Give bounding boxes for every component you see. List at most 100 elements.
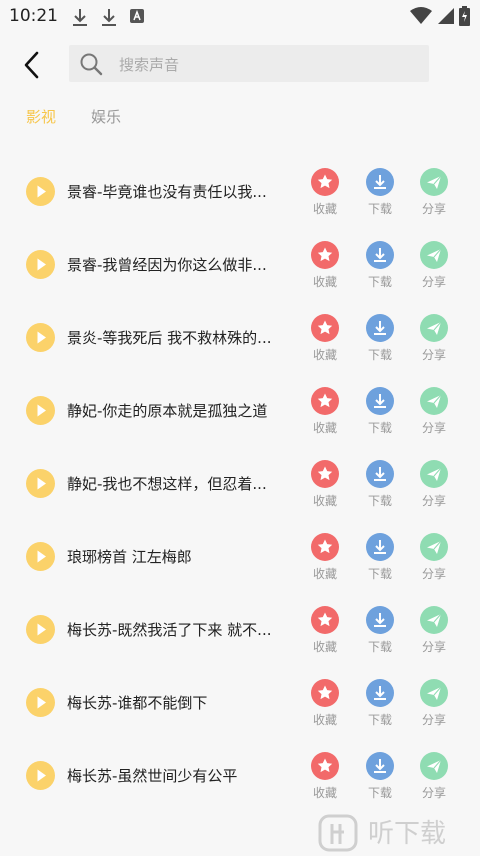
share-button[interactable]: 分享 — [414, 168, 454, 216]
download-circle — [366, 533, 394, 561]
send-icon — [427, 686, 442, 700]
send-icon — [427, 540, 442, 554]
share-circle — [420, 679, 448, 707]
play-button[interactable] — [26, 542, 55, 571]
download-icon — [374, 467, 386, 481]
tab-entertainment[interactable]: 娱乐 — [91, 106, 121, 127]
download-button[interactable]: 下载 — [360, 460, 400, 508]
item-title: 景炎-等我死后 我不救林殊的... — [67, 329, 272, 347]
share-circle — [420, 752, 448, 780]
play-button[interactable] — [26, 615, 55, 644]
sound-list: 景睿-毕竟谁也没有责任以我... 收藏 下载 分享 景睿-我曾经因为你这么做非.… — [0, 156, 480, 813]
share-button[interactable]: 分享 — [414, 533, 454, 581]
download-button[interactable]: 下载 — [360, 752, 400, 800]
share-button[interactable]: 分享 — [414, 387, 454, 435]
favorite-label: 收藏 — [312, 202, 337, 216]
play-icon — [37, 623, 46, 636]
play-button[interactable] — [26, 396, 55, 425]
search-input[interactable] — [117, 45, 421, 84]
play-icon — [37, 769, 46, 782]
favorite-button[interactable]: 收藏 — [305, 314, 345, 362]
download-button[interactable]: 下载 — [360, 168, 400, 216]
send-icon — [427, 613, 442, 627]
tab-movies[interactable]: 影视 — [26, 106, 56, 127]
list-item[interactable]: 梅长苏-虽然世间少有公平 收藏 下载 分享 — [0, 740, 480, 813]
download-button[interactable]: 下载 — [360, 387, 400, 435]
play-icon — [37, 331, 46, 344]
play-icon — [37, 185, 46, 198]
share-circle — [420, 387, 448, 415]
share-button[interactable]: 分享 — [414, 752, 454, 800]
list-item[interactable]: 景炎-等我死后 我不救林殊的... 收藏 下载 分享 — [0, 302, 480, 375]
share-button[interactable]: 分享 — [414, 606, 454, 654]
download-label: 下载 — [367, 567, 392, 581]
favorite-button[interactable]: 收藏 — [305, 533, 345, 581]
item-title: 景睿-毕竟谁也没有责任以我... — [67, 183, 267, 201]
share-button[interactable]: 分享 — [414, 460, 454, 508]
favorite-circle — [311, 752, 339, 780]
download-icon — [374, 175, 386, 189]
play-button[interactable] — [26, 761, 55, 790]
share-button[interactable]: 分享 — [414, 314, 454, 362]
favorite-button[interactable]: 收藏 — [305, 241, 345, 289]
list-item[interactable]: 静妃-我也不想这样，但忍着... 收藏 下载 分享 — [0, 448, 480, 521]
share-label: 分享 — [421, 275, 446, 289]
play-icon — [37, 404, 46, 417]
favorite-button[interactable]: 收藏 — [305, 606, 345, 654]
send-icon — [427, 467, 442, 481]
play-button[interactable] — [26, 469, 55, 498]
download-circle — [366, 679, 394, 707]
favorite-label: 收藏 — [312, 713, 337, 727]
favorite-button[interactable]: 收藏 — [305, 168, 345, 216]
share-label: 分享 — [421, 786, 446, 800]
send-icon — [427, 321, 442, 335]
share-label: 分享 — [421, 640, 446, 654]
wifi-icon — [410, 7, 432, 29]
download-button[interactable]: 下载 — [360, 314, 400, 362]
share-label: 分享 — [421, 421, 446, 435]
share-circle — [420, 606, 448, 634]
download-icon — [374, 540, 386, 554]
list-item[interactable]: 琅琊榜首 江左梅郎 收藏 下载 分享 — [0, 521, 480, 594]
list-item[interactable]: 梅长苏-既然我活了下来 就不... 收藏 下载 分享 — [0, 594, 480, 667]
list-item[interactable]: 梅长苏-谁都不能倒下 收藏 下载 分享 — [0, 667, 480, 740]
share-label: 分享 — [421, 202, 446, 216]
search-box[interactable] — [69, 45, 429, 84]
star-icon — [317, 247, 333, 262]
favorite-button[interactable]: 收藏 — [305, 679, 345, 727]
play-button[interactable] — [26, 177, 55, 206]
share-circle — [420, 314, 448, 342]
favorite-label: 收藏 — [312, 421, 337, 435]
download-circle — [366, 606, 394, 634]
list-item[interactable]: 静妃-你走的原本就是孤独之道 收藏 下载 分享 — [0, 375, 480, 448]
item-title: 梅长苏-既然我活了下来 就不... — [67, 621, 272, 639]
send-icon — [427, 759, 442, 773]
share-label: 分享 — [421, 494, 446, 508]
share-circle — [420, 241, 448, 269]
status-bar: 10:21 — [0, 0, 480, 34]
download-button[interactable]: 下载 — [360, 679, 400, 727]
list-item[interactable]: 景睿-我曾经因为你这么做非... 收藏 下载 分享 — [0, 229, 480, 302]
favorite-circle — [311, 533, 339, 561]
play-button[interactable] — [26, 250, 55, 279]
download-circle — [366, 241, 394, 269]
download-button[interactable]: 下载 — [360, 606, 400, 654]
favorite-button[interactable]: 收藏 — [305, 460, 345, 508]
share-button[interactable]: 分享 — [414, 679, 454, 727]
download-label: 下载 — [367, 348, 392, 362]
favorite-button[interactable]: 收藏 — [305, 752, 345, 800]
download-button[interactable]: 下载 — [360, 241, 400, 289]
item-title: 梅长苏-虽然世间少有公平 — [67, 767, 238, 785]
chevron-left-icon — [24, 51, 39, 79]
back-button[interactable] — [18, 48, 48, 82]
favorite-button[interactable]: 收藏 — [305, 387, 345, 435]
list-item[interactable]: 景睿-毕竟谁也没有责任以我... 收藏 下载 分享 — [0, 156, 480, 229]
favorite-label: 收藏 — [312, 567, 337, 581]
favorite-label: 收藏 — [312, 786, 337, 800]
download-button[interactable]: 下载 — [360, 533, 400, 581]
favorite-circle — [311, 387, 339, 415]
share-button[interactable]: 分享 — [414, 241, 454, 289]
item-title: 静妃-你走的原本就是孤独之道 — [67, 402, 268, 420]
play-button[interactable] — [26, 688, 55, 717]
play-button[interactable] — [26, 323, 55, 352]
